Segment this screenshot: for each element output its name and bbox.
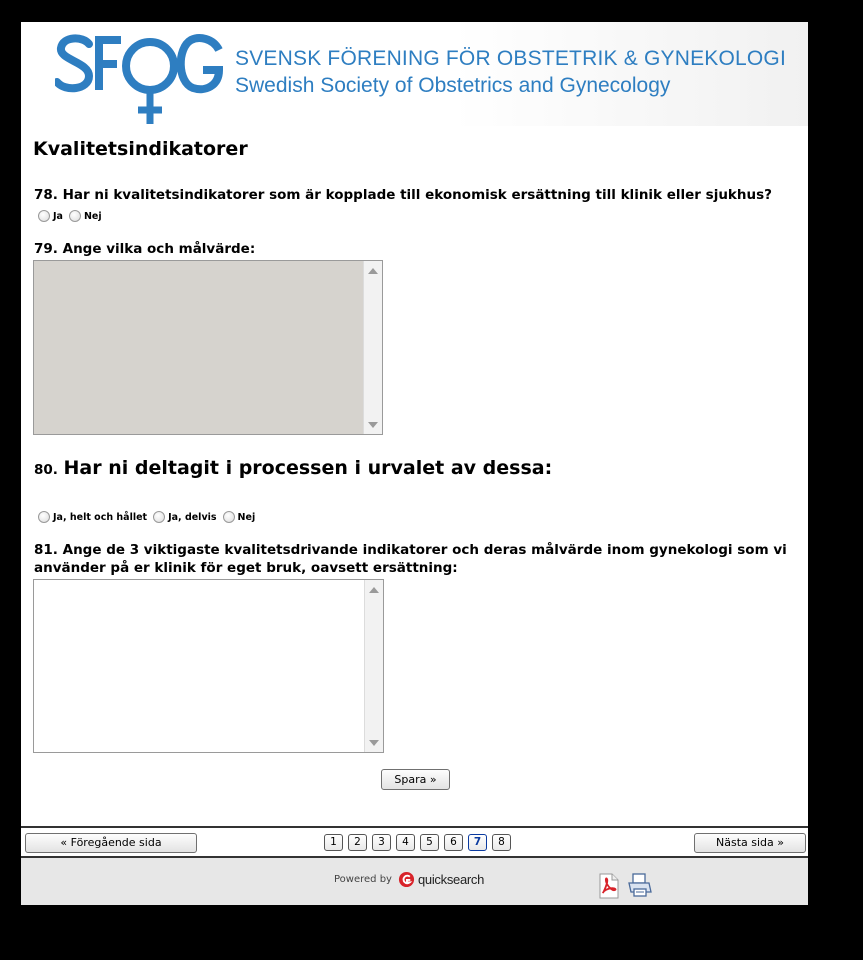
question-80-text: Har ni deltagit i processen i urvalet av…	[63, 457, 553, 479]
org-name-swedish: SVENSK FÖRENING FÖR OBSTETRIK & GYNEKOLO…	[235, 47, 786, 70]
next-page-button[interactable]: Nästa sida »	[694, 833, 806, 853]
pdf-icon[interactable]	[598, 873, 620, 899]
q80-option-ja-delvis[interactable]: Ja, delvis	[153, 511, 217, 523]
page-number-list: 1 2 3 4 5 6 7 8	[324, 834, 516, 851]
textarea-input[interactable]	[34, 580, 365, 752]
textarea-input[interactable]	[34, 261, 364, 434]
survey-page: SVENSK FÖRENING FÖR OBSTETRIK & GYNEKOLO…	[21, 22, 808, 905]
radio-button[interactable]	[222, 511, 235, 523]
page-2-button[interactable]: 2	[348, 834, 367, 851]
radio-button[interactable]	[153, 511, 166, 523]
section-title: Kvalitetsindikatorer	[33, 138, 248, 160]
footer: Powered by quicksearch	[21, 858, 808, 905]
powered-by-label: Powered by	[334, 874, 392, 885]
question-78-options: Ja Nej	[38, 210, 108, 222]
previous-page-button[interactable]: « Föregående sida	[25, 833, 197, 853]
scroll-down-arrow-icon[interactable]	[369, 740, 379, 746]
powered-by: Powered by quicksearch	[334, 871, 484, 888]
radio-button[interactable]	[38, 210, 50, 222]
question-81-textarea[interactable]	[33, 579, 384, 753]
question-80-options: Ja, helt och hållet Ja, delvis Nej	[38, 511, 261, 523]
scroll-down-arrow-icon[interactable]	[368, 422, 378, 428]
save-button[interactable]: Spara »	[381, 769, 450, 790]
quicksearch-brand: quicksearch	[417, 872, 485, 887]
textarea-scrollbar[interactable]	[363, 261, 382, 434]
page-3-button[interactable]: 3	[372, 834, 391, 851]
print-icon[interactable]	[627, 872, 653, 898]
org-name-english: Swedish Society of Obstetrics and Gyneco…	[235, 74, 671, 97]
page-4-button[interactable]: 4	[396, 834, 415, 851]
q80-option-ja-helt[interactable]: Ja, helt och hållet	[38, 511, 147, 523]
q78-option-nej-label: Nej	[83, 210, 102, 222]
q80-option-nej[interactable]: Nej	[222, 511, 256, 523]
question-81-label-line1: 81. Ange de 3 viktigaste kvalitetsdrivan…	[34, 542, 787, 558]
radio-button[interactable]	[38, 511, 50, 523]
page-5-button[interactable]: 5	[420, 834, 439, 851]
question-80-number: 80.	[34, 462, 58, 478]
question-79-label: 79. Ange vilka och målvärde:	[34, 241, 256, 257]
scroll-up-arrow-icon[interactable]	[368, 268, 378, 274]
quicksearch-logo-icon	[398, 871, 415, 888]
page-1-button[interactable]: 1	[324, 834, 343, 851]
page-8-button[interactable]: 8	[492, 834, 511, 851]
question-81-label-line2: använder på er klinik för eget bruk, oav…	[34, 560, 458, 576]
q80-option-ja-helt-label: Ja, helt och hållet	[53, 511, 148, 523]
page-navigation-bar: « Föregående sida 1 2 3 4 5 6 7 8 Nästa …	[21, 826, 808, 858]
scroll-up-arrow-icon[interactable]	[369, 587, 379, 593]
header-banner: SVENSK FÖRENING FÖR OBSTETRIK & GYNEKOLO…	[21, 22, 808, 126]
question-78-label: 78. Har ni kvalitetsindikatorer som är k…	[34, 187, 772, 203]
question-80-label: 80. Har ni deltagit i processen i urvale…	[34, 457, 552, 479]
question-79-textarea[interactable]	[33, 260, 383, 435]
page-6-button[interactable]: 6	[444, 834, 463, 851]
q80-option-ja-delvis-label: Ja, delvis	[168, 511, 217, 523]
sfog-logo	[55, 34, 224, 124]
radio-button[interactable]	[68, 210, 81, 222]
q80-option-nej-label: Nej	[237, 511, 256, 523]
textarea-scrollbar[interactable]	[364, 580, 383, 752]
page-7-button-current[interactable]: 7	[468, 834, 487, 851]
q78-option-nej[interactable]: Nej	[68, 210, 102, 222]
q78-option-ja-label: Ja	[53, 210, 63, 222]
q78-option-ja[interactable]: Ja	[38, 210, 63, 222]
